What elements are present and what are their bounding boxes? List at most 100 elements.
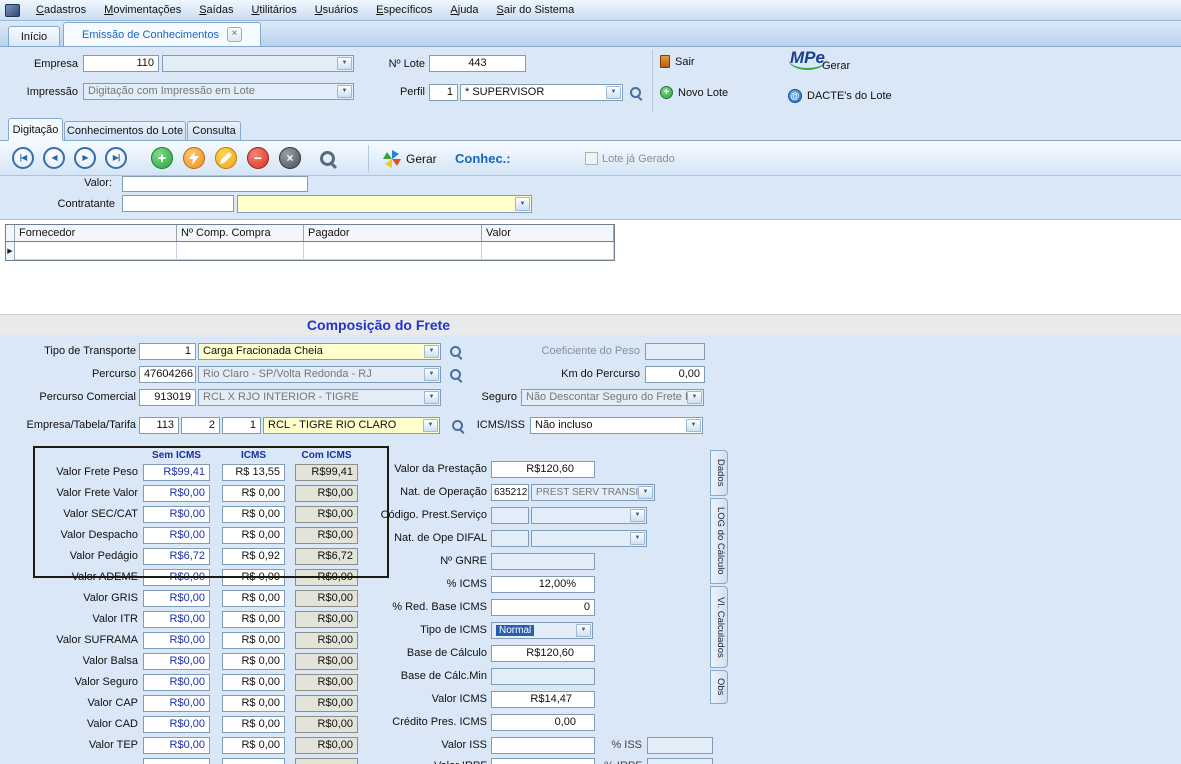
valor-sem-icms-field[interactable]: R$0,00 [143, 653, 210, 670]
tab-emissao-conhecimentos[interactable]: Emissão de Conhecimentos × [63, 22, 261, 46]
tipo-transporte-search-icon[interactable] [448, 344, 464, 360]
first-record-button[interactable]: |◀ [12, 147, 34, 169]
credito-pres-field[interactable]: 0,00 [491, 714, 595, 731]
sidetab-vl-calculados[interactable]: Vl. Calculados [710, 586, 728, 668]
valor-iss-field[interactable] [491, 737, 595, 754]
menu-cadastros[interactable]: Cadastros [27, 1, 95, 19]
valor-sem-icms-field[interactable]: R$0,00 [143, 506, 210, 523]
edit-record-button[interactable] [215, 147, 237, 169]
valor-icms-field[interactable]: R$ 0,00 [222, 485, 285, 502]
dacte-button[interactable]: @ DACTE's do Lote [788, 89, 892, 103]
grid-col-fornecedor[interactable]: Fornecedor [15, 225, 177, 241]
grid-col-comp-compra[interactable]: Nº Comp. Compra [177, 225, 304, 241]
valor-icms-field[interactable]: R$ 0,00 [222, 590, 285, 607]
contratante-combo[interactable]: ▼ [237, 195, 532, 213]
menu-usuarios[interactable]: Usuários [306, 1, 367, 19]
gerar-toolbar-button[interactable]: Gerar [383, 150, 437, 168]
valor-icms-field[interactable]: R$ 0,92 [222, 548, 285, 565]
valor-sem-icms-field[interactable]: R$99,41 [143, 464, 210, 481]
empresa-code-field[interactable]: 110 [83, 55, 159, 72]
percurso-comercial-code-field[interactable]: 913019 [139, 389, 196, 406]
valor-sem-icms-field[interactable]: R$0,00 [143, 737, 210, 754]
menu-utilitarios[interactable]: Utilitários [242, 1, 305, 19]
next-record-button[interactable]: ▶ [74, 147, 96, 169]
tarifa-tabela-field[interactable]: 2 [181, 417, 220, 434]
tipo-transporte-combo[interactable]: Carga Fracionada Cheia ▼ [198, 343, 441, 360]
menu-ajuda[interactable]: Ajuda [441, 1, 487, 19]
valor-icms-total-field[interactable]: R$14,47 [491, 691, 595, 708]
valor-sem-icms-field[interactable]: R$0,00 [143, 716, 210, 733]
valor-sem-icms-field[interactable]: R$0,00 [143, 569, 210, 586]
menu-especificos[interactable]: Específicos [367, 1, 441, 19]
sidetab-dados[interactable]: Dados [710, 450, 728, 496]
contratante-code-field[interactable] [122, 195, 234, 212]
subtab-conhecimentos[interactable]: Conhecimentos do Lote [64, 121, 186, 141]
valor-icms-field[interactable]: R$ 0,00 [222, 611, 285, 628]
post-record-button[interactable] [183, 147, 205, 169]
nat-operacao-code-field[interactable]: 635212 [491, 484, 529, 501]
add-record-button[interactable]: + [151, 147, 173, 169]
valor-icms-field[interactable]: R$ 0,00 [222, 653, 285, 670]
valor-irpf-field[interactable] [491, 758, 595, 764]
delete-record-button[interactable]: − [247, 147, 269, 169]
valor-sem-icms-field[interactable]: R$6,72 [143, 548, 210, 565]
perc-icms-field[interactable]: 12,00% [491, 576, 595, 593]
tab-inicio[interactable]: Início [8, 26, 60, 46]
valor-icms-field[interactable]: R$ 0,00 [222, 527, 285, 544]
valor-icms-field[interactable] [222, 758, 285, 764]
valor-sem-icms-field[interactable]: R$0,00 [143, 674, 210, 691]
menu-sair-do-sistema[interactable]: Sair do Sistema [488, 1, 584, 19]
tarifa-combo[interactable]: RCL - TIGRE RIO CLARO ▼ [263, 417, 440, 434]
valor-prestacao-field[interactable]: R$120,60 [491, 461, 595, 478]
cancel-record-button[interactable]: × [279, 147, 301, 169]
valor-sem-icms-field[interactable]: R$0,00 [143, 485, 210, 502]
sidetab-log-calculo[interactable]: LOG do Cálculo [710, 498, 728, 584]
valor-icms-field[interactable]: R$ 0,00 [222, 632, 285, 649]
lote-field[interactable]: 443 [429, 55, 526, 72]
percurso-code-field[interactable]: 47604266 [139, 366, 196, 383]
valor-icms-field[interactable]: R$ 0,00 [222, 737, 285, 754]
valor-icms-field[interactable]: R$ 0,00 [222, 695, 285, 712]
valor-icms-field[interactable]: R$ 0,00 [222, 569, 285, 586]
search-icon[interactable] [318, 149, 338, 169]
tipo-icms-combo[interactable]: Normal ▼ [491, 622, 593, 639]
perfil-search-icon[interactable] [628, 85, 644, 101]
sair-button[interactable]: Sair [660, 55, 695, 68]
percurso-search-icon[interactable] [448, 367, 464, 383]
previous-record-button[interactable]: ◀ [43, 147, 65, 169]
valor-sem-icms-field[interactable]: R$0,00 [143, 611, 210, 628]
perc-red-base-field[interactable]: 0 [491, 599, 595, 616]
valor-icms-field[interactable]: R$ 0,00 [222, 716, 285, 733]
last-record-button[interactable]: ▶| [105, 147, 127, 169]
perfil-combo[interactable]: * SUPERVISOR ▼ [460, 84, 623, 101]
subtab-consulta[interactable]: Consulta [187, 121, 241, 141]
tarifa-numero-field[interactable]: 1 [222, 417, 261, 434]
valor-icms-field[interactable]: R$ 0,00 [222, 506, 285, 523]
novo-lote-button[interactable]: + Novo Lote [660, 86, 728, 99]
valor-icms-field[interactable]: R$ 0,00 [222, 674, 285, 691]
perfil-code-field[interactable]: 1 [429, 84, 458, 101]
menu-movimentacoes[interactable]: Movimentações [95, 1, 190, 19]
valor-prestacao-label: Valor da Prestação [330, 463, 487, 475]
sidetab-obs[interactable]: Obs [710, 670, 728, 704]
icms-iss-combo[interactable]: Não incluso ▼ [530, 417, 703, 434]
valor-icms-field[interactable]: R$ 13,55 [222, 464, 285, 481]
valor-field[interactable] [122, 176, 308, 192]
valor-sem-icms-field[interactable]: R$0,00 [143, 527, 210, 544]
tipo-transporte-code-field[interactable]: 1 [139, 343, 196, 360]
grid-col-valor[interactable]: Valor [482, 225, 614, 241]
valor-sem-icms-field[interactable] [143, 758, 210, 764]
grid-col-pagador[interactable]: Pagador [304, 225, 482, 241]
valor-sem-icms-field[interactable]: R$0,00 [143, 695, 210, 712]
valor-sem-icms-field[interactable]: R$0,00 [143, 590, 210, 607]
valor-sem-icms-field[interactable]: R$0,00 [143, 632, 210, 649]
base-calculo-field[interactable]: R$120,60 [491, 645, 595, 662]
tab-close-icon[interactable]: × [227, 27, 242, 42]
tarifa-empresa-field[interactable]: 113 [139, 417, 179, 434]
menu-saidas[interactable]: Saídas [190, 1, 242, 19]
grid-row[interactable]: ▶ [6, 242, 614, 260]
subtab-digitacao[interactable]: Digitação [8, 118, 63, 141]
gerar-top-button[interactable]: Gerar [822, 60, 850, 72]
km-percurso-field[interactable]: 0,00 [645, 366, 705, 383]
perc-red-base-label: % Red. Base ICMS [330, 601, 487, 613]
